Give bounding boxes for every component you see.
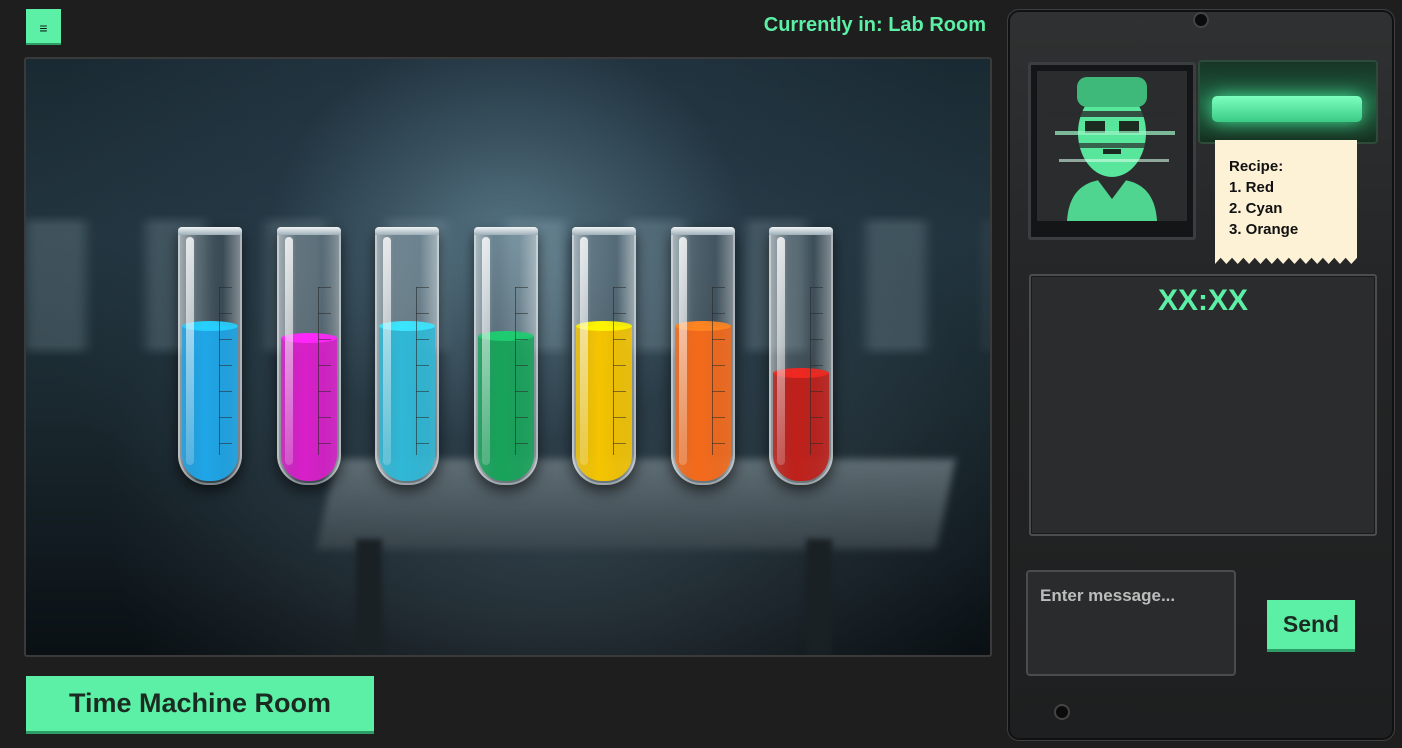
test-tube-cyan[interactable]: [375, 227, 439, 485]
glass-shine: [383, 237, 391, 465]
glass-shine: [186, 237, 194, 465]
measurement-scale: [219, 287, 232, 455]
measurement-scale: [712, 287, 725, 455]
glass-shine: [482, 237, 490, 465]
send-button[interactable]: Send: [1267, 600, 1355, 652]
printer-slot: [1198, 60, 1378, 144]
measurement-scale: [318, 287, 331, 455]
slot-light: [1212, 96, 1362, 122]
glass-shine: [285, 237, 293, 465]
glass-shine: [679, 237, 687, 465]
recipe-title: Recipe:: [1229, 158, 1284, 175]
tube-rim: [769, 227, 833, 235]
measurement-scale: [810, 287, 823, 455]
time-machine-room-button[interactable]: Time Machine Room: [26, 676, 374, 734]
recipe-item: 1. Red: [1229, 179, 1275, 196]
menu-button[interactable]: ≡: [26, 9, 61, 45]
tube-rim: [572, 227, 636, 235]
message-input[interactable]: [1026, 570, 1236, 676]
tube-rim: [375, 227, 439, 235]
chat-log-panel[interactable]: XX:XX: [1029, 274, 1377, 536]
tube-rim: [178, 227, 242, 235]
screw-icon: [1054, 704, 1070, 720]
ai-portrait-frame: [1028, 62, 1196, 240]
tube-rim: [474, 227, 538, 235]
glass-shine: [580, 237, 588, 465]
measurement-scale: [416, 287, 429, 455]
countdown-timer: XX:XX: [1157, 284, 1249, 317]
test-tube-blue[interactable]: [178, 227, 242, 485]
test-tube-red[interactable]: [769, 227, 833, 485]
glass-shine: [777, 237, 785, 465]
glitched-face-icon: [1037, 71, 1187, 221]
ai-device-panel: Recipe: 1. Red 2. Cyan 3. Orange XX:XX S…: [1007, 9, 1395, 741]
test-tube-yellow[interactable]: [572, 227, 636, 485]
measurement-scale: [515, 287, 528, 455]
tube-rim: [277, 227, 341, 235]
recipe-item: 2. Cyan: [1229, 200, 1283, 217]
test-tube-magenta[interactable]: [277, 227, 341, 485]
test-tube-orange[interactable]: [671, 227, 735, 485]
test-tube-green[interactable]: [474, 227, 538, 485]
recipe-item: 3. Orange: [1229, 221, 1299, 238]
table-leg: [356, 539, 382, 655]
measurement-scale: [613, 287, 626, 455]
tube-rim: [671, 227, 735, 235]
screw-icon: [1193, 12, 1209, 28]
recipe-ticket: Recipe: 1. Red 2. Cyan 3. Orange: [1215, 140, 1357, 264]
table-leg: [806, 539, 832, 655]
current-location: Currently in: Lab Room: [763, 14, 986, 36]
lab-room-scene: [24, 57, 992, 657]
